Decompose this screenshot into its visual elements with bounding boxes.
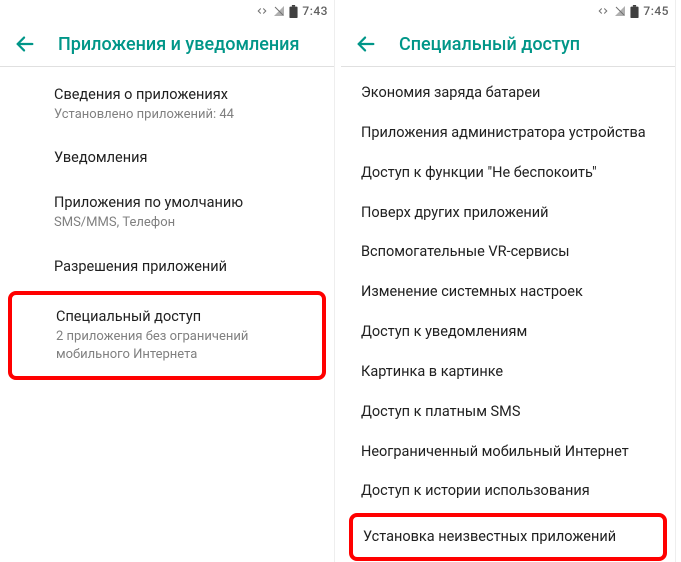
status-time: 7:43 <box>302 4 328 18</box>
status-time: 7:45 <box>643 4 669 18</box>
settings-row[interactable]: Доступ к платным SMS <box>341 392 675 432</box>
row-title: Разрешения приложений <box>54 258 318 277</box>
settings-list: Экономия заряда батареи Приложения админи… <box>341 67 675 562</box>
settings-list: Сведения о приложенияхУстановлено прилож… <box>0 67 334 562</box>
row-title: Установка неизвестных приложений <box>363 528 653 547</box>
row-subtitle: Установлено приложений: 44 <box>54 106 318 124</box>
settings-row[interactable]: Специальный доступ2 приложения без огран… <box>8 291 326 380</box>
row-title: Доступ к истории использования <box>361 482 659 501</box>
settings-row[interactable]: Неограниченный мобильный Интернет <box>341 432 675 472</box>
code-icon <box>596 6 610 16</box>
settings-row[interactable]: Установка неизвестных приложений <box>349 513 667 561</box>
row-title: Поверх других приложений <box>361 204 659 223</box>
row-title: Специальный доступ <box>56 308 312 327</box>
settings-row[interactable]: Приложения по умолчаниюSMS/MMS, Телефон <box>0 181 334 244</box>
phone-left: 7:43 Приложения и уведомления Сведения о… <box>0 0 335 562</box>
settings-row[interactable]: Сведения о приложенияхУстановлено прилож… <box>0 73 334 136</box>
battery-icon <box>289 5 298 18</box>
row-title: Доступ к функции "Не беспокоить" <box>361 164 659 183</box>
header: Специальный доступ <box>341 22 675 66</box>
row-title: Приложения администратора устройства <box>361 124 659 143</box>
row-title: Сведения о приложениях <box>54 86 318 105</box>
settings-row[interactable]: Доступ к истории использования <box>341 471 675 511</box>
row-title: Вспомогательные VR-сервисы <box>361 243 659 262</box>
settings-row[interactable]: Изменение системных настроек <box>341 272 675 312</box>
statusbar: 7:43 <box>0 0 334 22</box>
settings-row[interactable]: Разрешения приложений <box>0 245 334 290</box>
row-title: Экономия заряда батареи <box>361 84 659 103</box>
settings-row[interactable]: Доступ к уведомлениям <box>341 312 675 352</box>
row-title: Приложения по умолчанию <box>54 194 318 213</box>
back-button[interactable] <box>355 33 377 55</box>
row-title: Изменение системных настроек <box>361 283 659 302</box>
row-title: Доступ к платным SMS <box>361 403 659 422</box>
page-title: Специальный доступ <box>399 34 580 55</box>
settings-row[interactable]: Приложения администратора устройства <box>341 113 675 153</box>
signal-icon <box>614 5 626 17</box>
phone-right: 7:45 Специальный доступ Экономия заряда … <box>341 0 676 562</box>
settings-row[interactable]: Экономия заряда батареи <box>341 73 675 113</box>
settings-row[interactable]: Уведомления <box>0 136 334 181</box>
battery-icon <box>630 5 639 18</box>
row-subtitle: SMS/MMS, Телефон <box>54 214 318 232</box>
signal-icon <box>273 5 285 17</box>
row-title: Доступ к уведомлениям <box>361 323 659 342</box>
page-title: Приложения и уведомления <box>58 34 299 55</box>
row-title: Уведомления <box>54 149 318 168</box>
back-button[interactable] <box>14 33 36 55</box>
row-title: Картинка в картинке <box>361 363 659 382</box>
settings-row[interactable]: Доступ к функции "Не беспокоить" <box>341 153 675 193</box>
settings-row[interactable]: Картинка в картинке <box>341 352 675 392</box>
settings-row[interactable]: Поверх других приложений <box>341 193 675 233</box>
row-subtitle: 2 приложения без ограничений мобильного … <box>56 328 312 363</box>
settings-row[interactable]: Вспомогательные VR-сервисы <box>341 232 675 272</box>
row-title: Неограниченный мобильный Интернет <box>361 443 659 462</box>
header: Приложения и уведомления <box>0 22 334 66</box>
code-icon <box>255 6 269 16</box>
statusbar: 7:45 <box>341 0 675 22</box>
